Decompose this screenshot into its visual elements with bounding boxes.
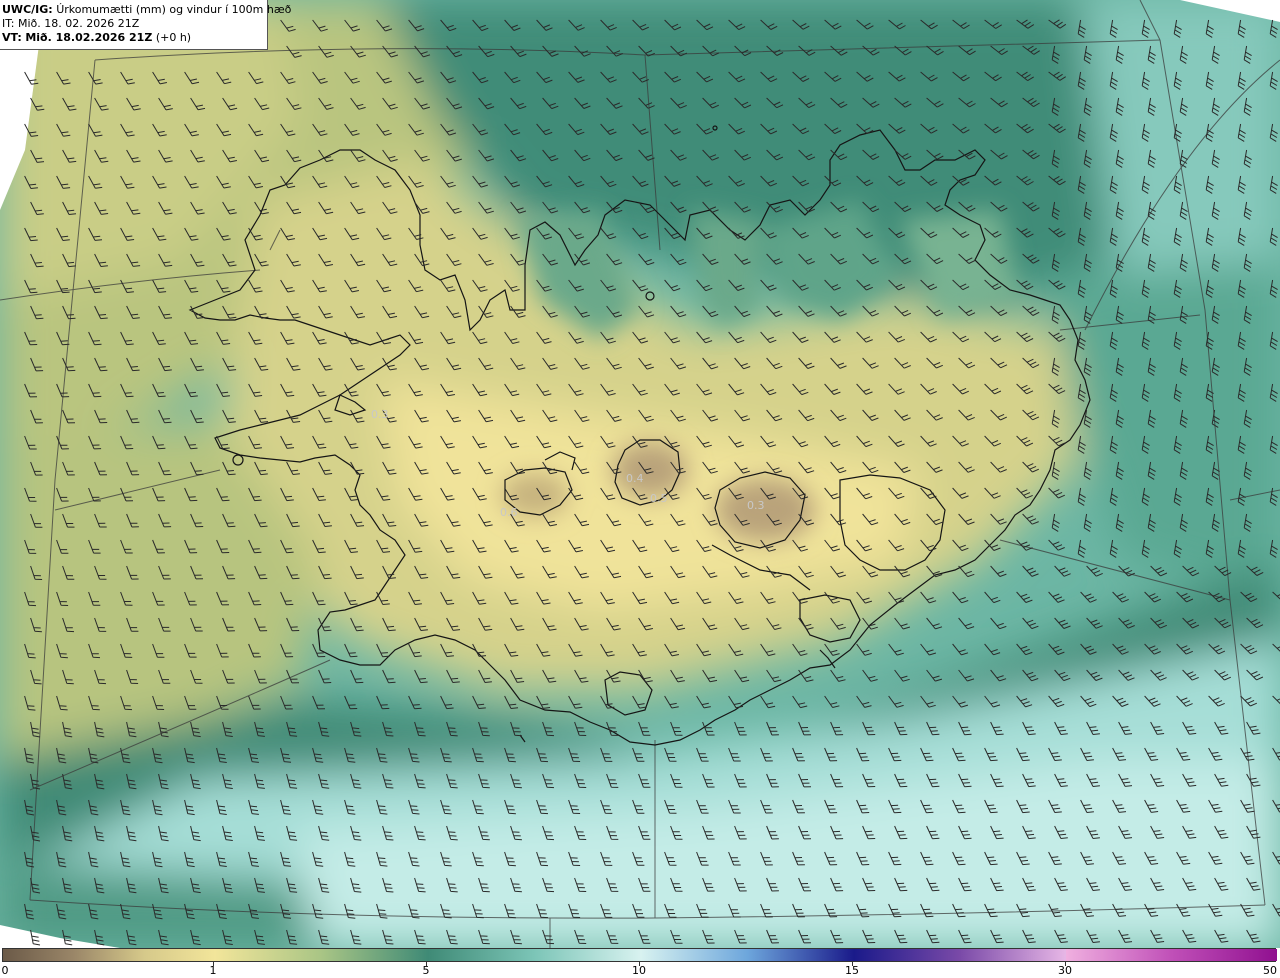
colorbar-label-10: 10 [632, 964, 646, 977]
value-label: 0.5 [650, 492, 668, 505]
colorbar-seg-1-5 [215, 949, 428, 961]
colorbar-seg-10-15 [641, 949, 854, 961]
product-title: Úrkomumætti (mm) og vindur í 100m hæð [56, 3, 292, 16]
colorbar-label-1: 1 [209, 964, 217, 977]
colorbar-seg-5-10 [428, 949, 641, 961]
value-label: 0.3 [747, 499, 765, 512]
colorbar-strip [2, 948, 1277, 962]
value-label: 0.6 [500, 506, 518, 519]
valid-offset: (+0 h) [155, 31, 192, 44]
colorbar-label-5: 5 [422, 964, 430, 977]
colorbar-seg-30-50 [1066, 949, 1277, 961]
colorbar-label-0: 0 [1, 964, 9, 977]
forecast-map: 0.3 0.4 0.5 0.3 0.6 [0, 0, 1280, 948]
title-line: UWC/IG: Úrkomumætti (mm) og vindur í 100… [2, 3, 291, 17]
valid-prefix: VT: [2, 31, 22, 44]
value-label: 0.3 [371, 408, 389, 421]
issue-time: IT: Mið. 18. 02. 2026 21Z [2, 17, 140, 30]
colorbar-seg-15-30 [854, 949, 1066, 961]
colorbar-seg-0-1 [3, 949, 215, 961]
colorbar-legend: 0 1 5 10 15 30 50 [0, 948, 1280, 978]
forecast-info-box: UWC/IG: Úrkomumætti (mm) og vindur í 100… [0, 0, 291, 50]
colorbar-label-30: 30 [1058, 964, 1072, 977]
colorbar-label-50: 50 [1263, 964, 1277, 977]
colorbar-label-15: 15 [845, 964, 859, 977]
product-code: UWC/IG: [2, 3, 53, 16]
value-label: 0.4 [626, 472, 644, 485]
valid-time: Mið. 18.02.2026 21Z [25, 31, 153, 44]
valid-time-line: VT: Mið. 18.02.2026 21Z (+0 h) [2, 31, 267, 45]
